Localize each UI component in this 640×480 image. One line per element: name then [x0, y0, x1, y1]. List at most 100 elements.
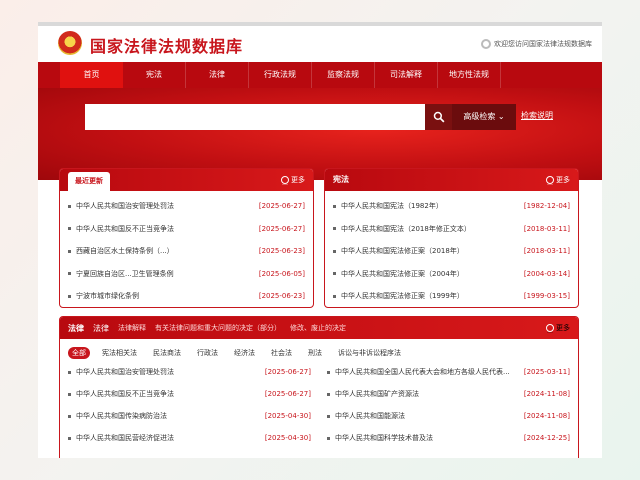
- item-title: 宁波市城市绿化条例: [76, 292, 139, 300]
- search-banner: 高级检索 ⌄ 检索说明: [38, 88, 602, 180]
- tab-law-interpretation[interactable]: 法律解释: [118, 323, 146, 333]
- list-item[interactable]: 中华人民共和国宪法修正案（2004年） [2004-03-14]: [333, 263, 570, 286]
- bullet-icon: [68, 294, 71, 298]
- item-date: [2025-06-27]: [258, 202, 305, 210]
- more-link[interactable]: 更多: [546, 317, 570, 343]
- item-date: [2025-04-30]: [264, 434, 311, 442]
- item-date: [2024-11-08]: [523, 390, 570, 398]
- list-item[interactable]: 中华人民共和国科学技术普及法 [2024-12-25]: [327, 427, 570, 449]
- list-item[interactable]: 中华人民共和国宪法修正案（2018年） [2018-03-11]: [333, 240, 570, 263]
- item-date: [1999-03-15]: [523, 292, 570, 300]
- latest-updates-title[interactable]: 最近更新: [68, 172, 110, 191]
- bullet-icon: [333, 204, 336, 208]
- latest-updates-panel: 最近更新 更多 中华人民共和国治安管理处罚法 [2025-06-27] 中华人民共…: [59, 168, 314, 308]
- law-panel: 法律 法律 法律解释 有关法律问题和重大问题的决定（部分） 修改、废止的决定 更…: [59, 316, 579, 458]
- search-icon: [433, 111, 444, 123]
- law-list-left: 中华人民共和国治安管理处罚法 [2025-06-27] 中华人民共和国反不正当竞争…: [60, 361, 319, 449]
- list-item[interactable]: 中华人民共和国反不正当竞争法 [2025-06-27]: [68, 218, 305, 241]
- list-item[interactable]: 中华人民共和国治安管理处罚法 [2025-06-27]: [68, 361, 311, 383]
- item-date: [2025-06-23]: [258, 247, 305, 255]
- bullet-icon: [68, 249, 71, 253]
- item-title: 中华人民共和国宪法修正案（1999年）: [341, 292, 464, 300]
- item-title: 中华人民共和国科学技术普及法: [335, 434, 433, 442]
- list-item[interactable]: 中华人民共和国反不正当竞争法 [2025-06-27]: [68, 383, 311, 405]
- item-title: 中华人民共和国宪法（1982年）: [341, 202, 443, 210]
- filter-economic[interactable]: 经济法: [230, 347, 259, 359]
- item-title: 中华人民共和国宪法（2018年修正文本）: [341, 224, 471, 233]
- filter-administrative[interactable]: 行政法: [193, 347, 222, 359]
- more-link[interactable]: 更多: [546, 169, 570, 195]
- bullet-icon: [327, 392, 330, 396]
- item-title: 中华人民共和国治安管理处罚法: [76, 202, 174, 210]
- law-tabs: 法律 法律 法律解释 有关法律问题和重大问题的决定（部分） 修改、废止的决定 更…: [60, 317, 578, 343]
- advanced-search-label: 高级检索: [463, 112, 496, 121]
- bullet-icon: [327, 436, 330, 440]
- list-item[interactable]: 中华人民共和国宪法（2018年修正文本） [2018-03-11]: [333, 218, 570, 241]
- item-title: 中华人民共和国传染病防治法: [76, 412, 167, 420]
- tab-law[interactable]: 法律: [93, 323, 109, 334]
- tab-amend-repeal[interactable]: 修改、废止的决定: [290, 323, 346, 333]
- panel-header: 宪法 更多: [325, 169, 578, 195]
- bullet-icon: [68, 227, 71, 230]
- item-title: 中华人民共和国宪法修正案（2004年）: [341, 269, 464, 278]
- welcome-text: 欢迎您访问国家法律法规数据库: [481, 39, 592, 49]
- nav-item-local-regulations[interactable]: 地方性法规: [438, 62, 501, 88]
- item-title: 宁夏回族自治区...卫生管理条例: [76, 269, 174, 278]
- nav-item-admin-regulations[interactable]: 行政法规: [249, 62, 312, 88]
- bullet-icon: [68, 392, 71, 396]
- filter-all[interactable]: 全部: [68, 347, 90, 359]
- bullet-icon: [68, 414, 71, 418]
- bullet-icon: [333, 249, 336, 253]
- item-date: [2004-03-14]: [523, 269, 570, 278]
- bullet-icon: [333, 294, 336, 298]
- filter-civil-commercial[interactable]: 民法商法: [149, 347, 185, 359]
- tab-law-main[interactable]: 法律: [68, 323, 84, 334]
- filter-social[interactable]: 社会法: [267, 347, 296, 359]
- law-category-filters: 全部 宪法相关法 民法商法 行政法 经济法 社会法 刑法 诉讼与非诉讼程序法: [60, 339, 578, 361]
- list-item[interactable]: 中华人民共和国宪法（1982年） [1982-12-04]: [333, 195, 570, 218]
- nav-item-supervision-regulations[interactable]: 监察法规: [312, 62, 375, 88]
- filter-criminal[interactable]: 刑法: [304, 347, 326, 359]
- item-date: [2025-04-30]: [264, 412, 311, 420]
- advanced-search-button[interactable]: 高级检索 ⌄: [452, 104, 516, 130]
- list-item[interactable]: 宁夏回族自治区...卫生管理条例 [2025-06-05]: [68, 263, 305, 286]
- more-icon: [281, 173, 289, 195]
- list-item[interactable]: 中华人民共和国全国人民代表大会和地方各级人民代表... [2025-03-11]: [327, 361, 570, 383]
- item-title: 中华人民共和国民营经济促进法: [76, 434, 174, 442]
- list-item[interactable]: 中华人民共和国传染病防治法 [2025-04-30]: [68, 405, 311, 427]
- more-icon: [546, 173, 554, 195]
- filter-constitutional[interactable]: 宪法相关法: [98, 347, 141, 359]
- more-link[interactable]: 更多: [281, 169, 305, 195]
- welcome-label: 欢迎您访问国家法律法规数据库: [494, 40, 592, 48]
- more-label: 更多: [556, 324, 570, 332]
- nav-item-constitution[interactable]: 宪法: [123, 62, 186, 88]
- search-input[interactable]: [85, 104, 425, 130]
- list-item[interactable]: 中华人民共和国治安管理处罚法 [2025-06-27]: [68, 195, 305, 218]
- site-title[interactable]: 国家法律法规数据库: [90, 33, 243, 57]
- search-help-link[interactable]: 检索说明: [521, 110, 553, 121]
- list-item[interactable]: 中华人民共和国民营经济促进法 [2025-04-30]: [68, 427, 311, 449]
- nav-item-judicial-interpretation[interactable]: 司法解释: [375, 62, 438, 88]
- item-date: [1982-12-04]: [523, 202, 570, 210]
- list-item[interactable]: 中华人民共和国矿产资源法 [2024-11-08]: [327, 383, 570, 405]
- main-nav: 首页 宪法 法律 行政法规 监察法规 司法解释 地方性法规: [38, 62, 602, 88]
- nav-item-law[interactable]: 法律: [186, 62, 249, 88]
- national-emblem-icon: [58, 31, 82, 55]
- tab-decisions[interactable]: 有关法律问题和重大问题的决定（部分）: [155, 323, 281, 333]
- item-title: 中华人民共和国宪法修正案（2018年）: [341, 247, 464, 255]
- item-date: [2018-03-11]: [523, 247, 570, 255]
- item-date: [2025-06-27]: [264, 390, 311, 398]
- search-button[interactable]: [425, 104, 452, 130]
- constitution-title[interactable]: 宪法: [333, 169, 349, 191]
- list-item[interactable]: 中华人民共和国能源法 [2024-11-08]: [327, 405, 570, 427]
- item-title: 中华人民共和国矿产资源法: [335, 390, 419, 398]
- bullet-icon: [333, 272, 336, 275]
- list-item[interactable]: 宁波市城市绿化条例 [2025-06-23]: [68, 285, 305, 307]
- list-item[interactable]: 中华人民共和国宪法修正案（1999年） [1999-03-15]: [333, 285, 570, 307]
- emblem-small-icon: [481, 39, 491, 49]
- page: 国家法律法规数据库 欢迎您访问国家法律法规数据库 首页 宪法 法律 行政法规 监…: [38, 22, 602, 458]
- list-item[interactable]: 西藏自治区水土保持条例（...） [2025-06-23]: [68, 240, 305, 263]
- nav-item-home[interactable]: 首页: [60, 62, 123, 88]
- item-title: 西藏自治区水土保持条例（...）: [76, 247, 174, 255]
- filter-procedural[interactable]: 诉讼与非诉讼程序法: [334, 347, 405, 359]
